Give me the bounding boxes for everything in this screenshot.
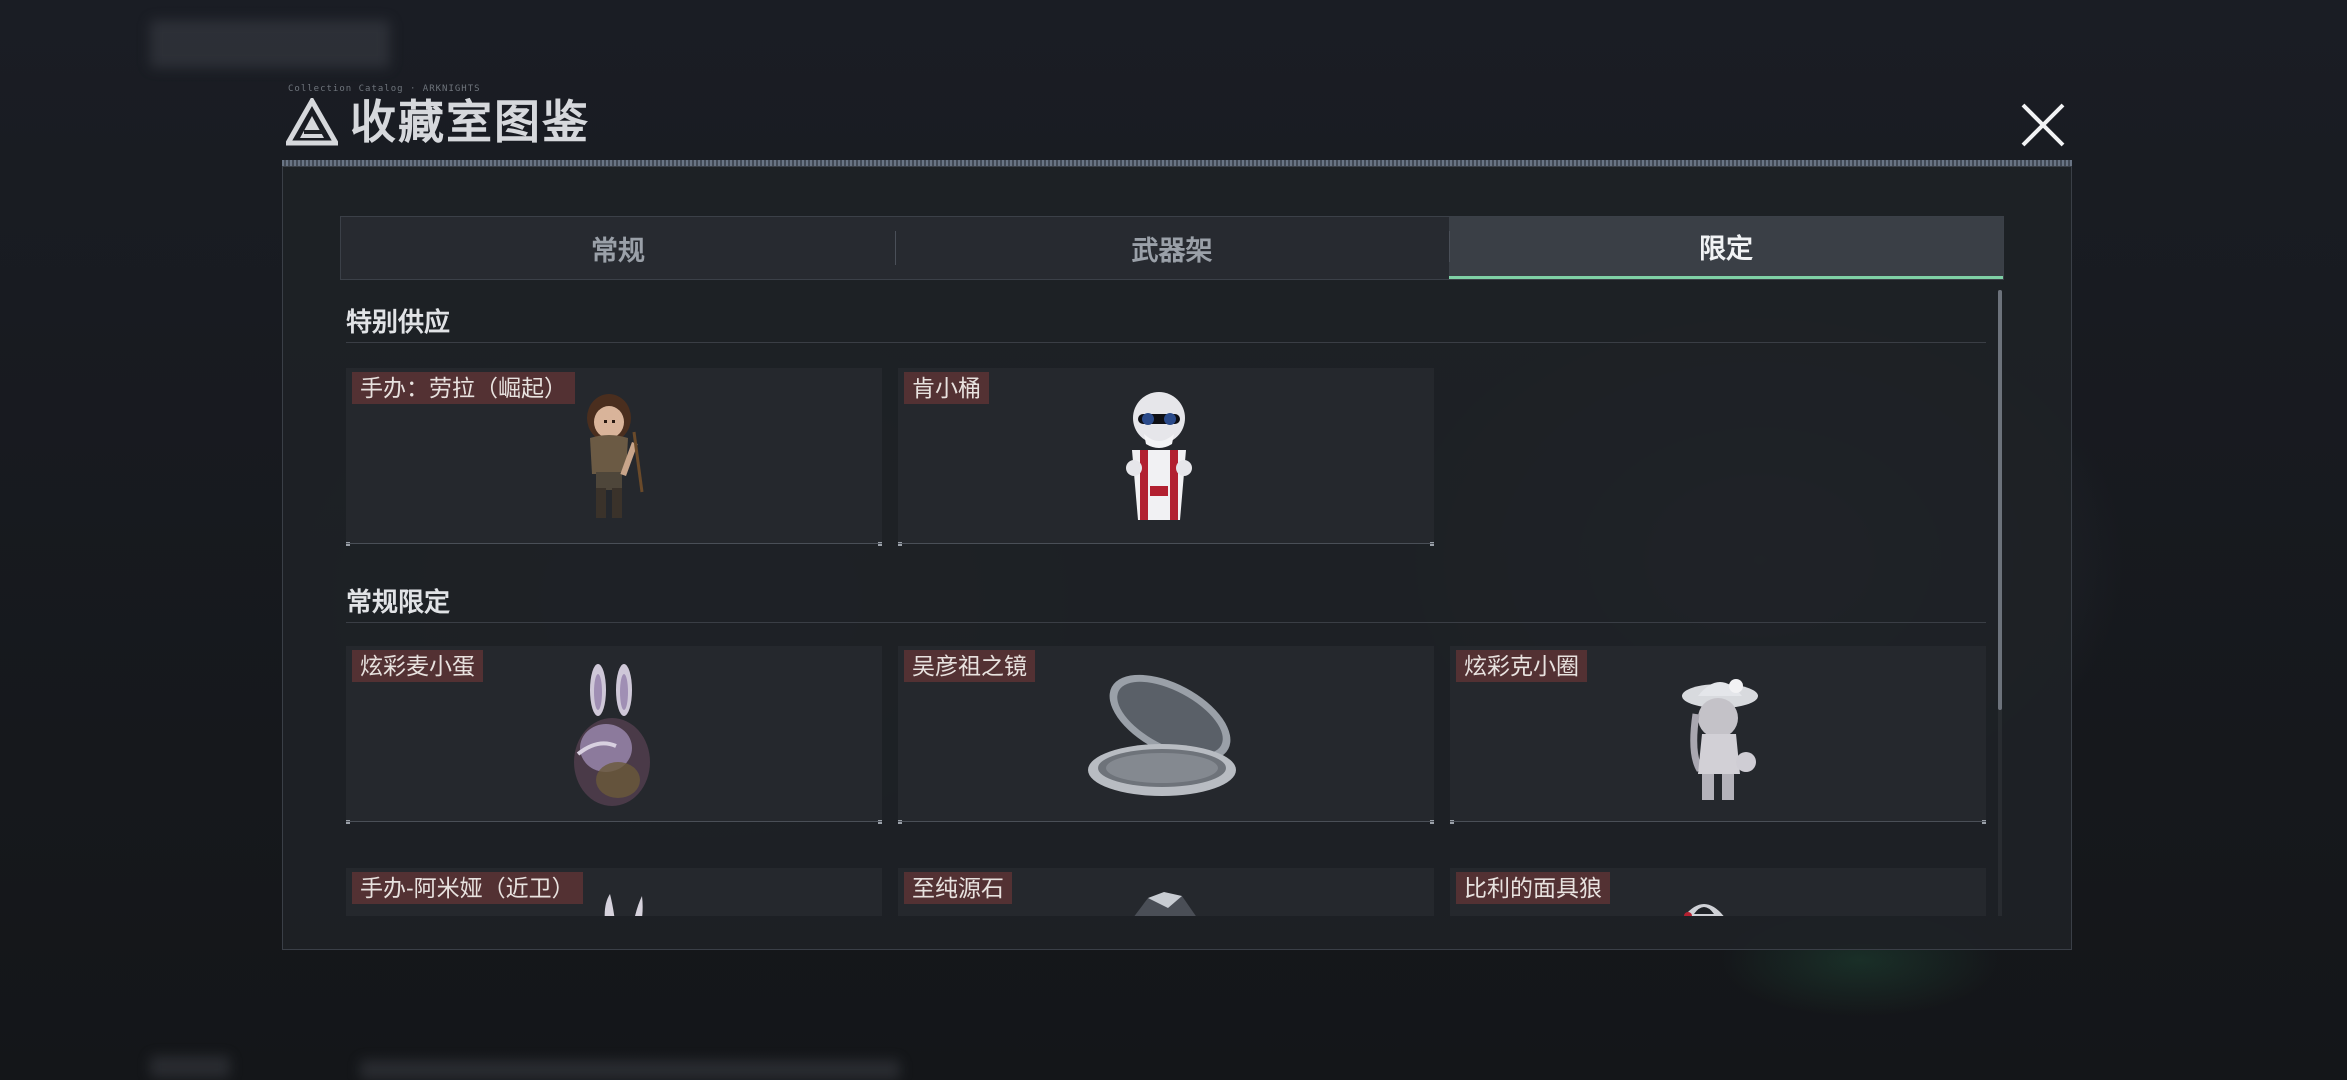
figurine-lara-icon xyxy=(572,392,646,529)
section-title-special-supply: 特别供应 xyxy=(346,307,451,337)
card-label: 炫彩麦小蛋 xyxy=(352,650,483,682)
section-title-regular-limited: 常规限定 xyxy=(346,587,451,617)
dialog-title-bar: Collection Catalog · ARKNIGHTS 收藏室图鉴 xyxy=(282,84,2072,158)
section-divider xyxy=(346,622,1986,623)
egg-bunny-icon xyxy=(568,662,658,815)
card-label: 比利的面具狼 xyxy=(1456,872,1610,904)
section-divider xyxy=(346,342,1986,343)
card-label: 手办-阿米娅（近卫） xyxy=(352,872,583,904)
compact-mirror-icon xyxy=(1086,666,1246,811)
collection-card-wolf-mask[interactable]: 比利的面具狼 xyxy=(1450,868,1986,916)
figurine-amiya-icon xyxy=(596,890,656,916)
tab-bar: 常规 武器架 限定 xyxy=(340,216,2004,280)
card-label: 炫彩克小圈 xyxy=(1456,650,1587,682)
close-button[interactable] xyxy=(2012,94,2074,156)
scrollbar[interactable] xyxy=(1998,290,2002,916)
background-blur-block xyxy=(360,1060,900,1080)
figurine-kfc-bucket-icon xyxy=(1114,388,1204,533)
triangle-logo-icon xyxy=(286,98,338,146)
scrollbar-thumb[interactable] xyxy=(1998,290,2002,710)
collection-card-mirror[interactable]: 吴彦祖之镜 xyxy=(898,646,1434,824)
close-icon xyxy=(2021,103,2065,147)
collection-card-girl-hat[interactable]: 炫彩克小圈 xyxy=(1450,646,1986,824)
figurine-girl-hat-icon xyxy=(1674,674,1764,811)
dialog-title: 收藏室图鉴 xyxy=(350,96,590,148)
card-label: 手办：劳拉（崛起） xyxy=(352,372,575,404)
wolf-mask-icon xyxy=(1674,892,1734,916)
card-label: 吴彦祖之镜 xyxy=(904,650,1035,682)
tab-limited[interactable]: 限定 xyxy=(1449,217,2003,279)
originium-stone-icon xyxy=(1124,892,1204,916)
collection-card-lara[interactable]: 手办：劳拉（崛起） xyxy=(346,368,882,546)
tab-weapon-rack[interactable]: 武器架 xyxy=(895,217,1449,279)
card-label: 肯小桶 xyxy=(904,372,989,404)
collection-card-amiya[interactable]: 手办-阿米娅（近卫） xyxy=(346,868,882,916)
background-blur-block xyxy=(150,20,390,68)
collection-list[interactable]: 特别供应 手办：劳拉（崛起） 肯小桶 常规限定 炫彩麦小蛋 吴彦祖之镜 炫彩克小… xyxy=(340,290,2004,916)
collection-card-egg[interactable]: 炫彩麦小蛋 xyxy=(346,646,882,824)
card-label: 至纯源石 xyxy=(904,872,1012,904)
tab-regular[interactable]: 常规 xyxy=(341,217,895,279)
collection-card-kfc-bucket[interactable]: 肯小桶 xyxy=(898,368,1434,546)
background-blur-block xyxy=(150,1056,230,1078)
collection-card-originium[interactable]: 至纯源石 xyxy=(898,868,1434,916)
